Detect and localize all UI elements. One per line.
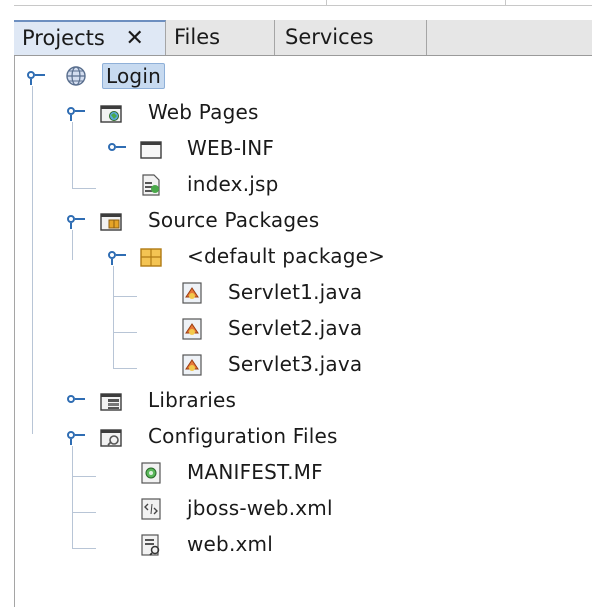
- expand-toggle[interactable]: [67, 107, 85, 121]
- tree-node-jboss-web-xml[interactable]: jboss-web.xml: [15, 494, 592, 524]
- webxml-file-icon: [141, 534, 160, 556]
- tab-files[interactable]: Files: [166, 20, 275, 55]
- tree-node-label: Servlet3.java: [228, 352, 363, 376]
- expand-toggle[interactable]: [67, 431, 85, 445]
- expand-toggle[interactable]: [67, 215, 85, 229]
- tab-services[interactable]: Services: [275, 20, 427, 55]
- tree-node-label: Web Pages: [148, 100, 259, 124]
- xml-file-icon: [141, 498, 161, 520]
- expand-toggle[interactable]: [108, 251, 126, 265]
- tree-node-libraries[interactable]: Libraries: [15, 386, 592, 416]
- tree-node-label: jboss-web.xml: [187, 496, 333, 520]
- tree-node-web-pages[interactable]: Web Pages: [15, 98, 592, 128]
- tree-node-servlet3[interactable]: Servlet3.java: [15, 350, 592, 380]
- tree-node-label: web.xml: [187, 532, 273, 556]
- tree-node-configuration-files[interactable]: Configuration Files: [15, 422, 592, 452]
- tree-node-label: Servlet2.java: [228, 316, 363, 340]
- jsp-file-icon: [142, 174, 160, 196]
- tree-node-label: Configuration Files: [148, 424, 338, 448]
- tab-services-label: Services: [285, 25, 374, 49]
- tree-node-manifest[interactable]: MANIFEST.MF: [15, 458, 592, 488]
- project-tree[interactable]: Login Web Pages WEB-INF index.jsp Source…: [14, 56, 592, 607]
- top-separator: [326, 0, 327, 6]
- tree-node-label: WEB-INF: [187, 136, 275, 160]
- globe-icon: [66, 66, 86, 86]
- java-file-icon: [182, 354, 202, 376]
- expand-toggle[interactable]: [27, 71, 45, 85]
- tree-node-label: <default package>: [187, 244, 386, 268]
- tab-projects[interactable]: Projects ✕: [14, 20, 166, 55]
- tree-node-web-xml[interactable]: web.xml: [15, 530, 592, 560]
- tab-files-label: Files: [174, 25, 221, 49]
- library-folder-icon: [100, 393, 122, 411]
- tree-node-label: Libraries: [148, 388, 237, 412]
- top-separator: [505, 0, 506, 6]
- tree-node-servlet1[interactable]: Servlet1.java: [15, 278, 592, 308]
- java-file-icon: [182, 318, 202, 340]
- java-file-icon: [182, 282, 202, 304]
- tree-node-index-jsp[interactable]: index.jsp: [15, 170, 592, 200]
- tree-node-default-package[interactable]: <default package>: [15, 242, 592, 272]
- close-icon[interactable]: ✕: [125, 26, 143, 51]
- tree-node-label: MANIFEST.MF: [187, 460, 323, 484]
- folder-icon: [140, 141, 162, 159]
- tree-node-source-packages[interactable]: Source Packages: [15, 206, 592, 236]
- top-strip: [0, 0, 592, 20]
- tree-node-login[interactable]: Login: [15, 62, 592, 92]
- config-folder-icon: [100, 429, 122, 447]
- tree-node-label: index.jsp: [187, 172, 279, 196]
- tree-node-servlet2[interactable]: Servlet2.java: [15, 314, 592, 344]
- source-folder-icon: [100, 213, 122, 231]
- tab-bar: Projects ✕ Files Services: [14, 20, 592, 56]
- manifest-file-icon: [141, 462, 161, 484]
- tree-node-label: Login: [102, 63, 165, 89]
- tree-node-label: Source Packages: [148, 208, 320, 232]
- expand-toggle[interactable]: [67, 395, 85, 407]
- tree-node-web-inf[interactable]: WEB-INF: [15, 134, 592, 164]
- tree-node-label: Servlet1.java: [228, 280, 363, 304]
- tab-projects-label: Projects: [22, 26, 105, 50]
- expand-toggle[interactable]: [108, 143, 126, 155]
- web-folder-icon: [100, 105, 122, 123]
- package-icon: [140, 248, 162, 267]
